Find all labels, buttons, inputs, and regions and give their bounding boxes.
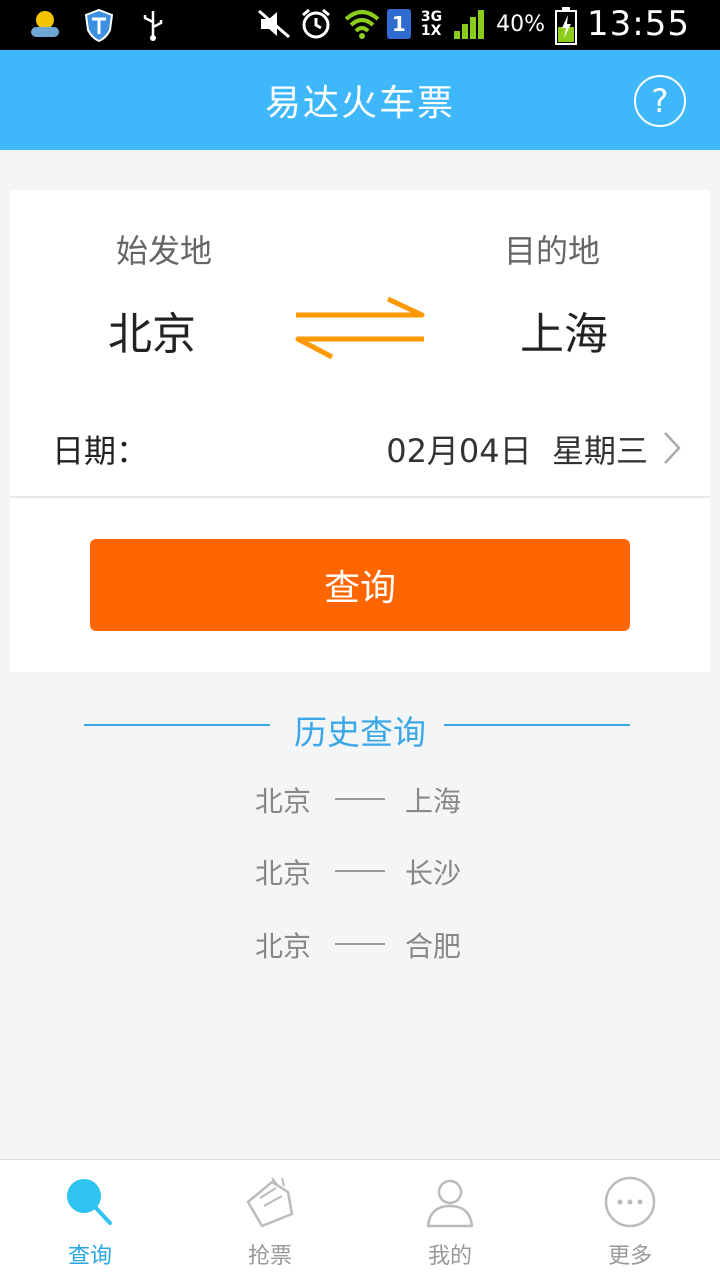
history-divider-right xyxy=(444,724,630,726)
history-title: 历史查询 xyxy=(294,713,426,752)
history-item[interactable]: 北京 合肥 xyxy=(0,925,720,965)
history-to: 上海 xyxy=(405,785,462,818)
bottom-tab-bar: 查询 抢票 我的 更多 xyxy=(0,1159,720,1281)
destination-city[interactable]: 上海 xyxy=(520,298,608,362)
status-right-icons: 1 3G 1X 40% 13:55 xyxy=(255,4,690,45)
history-dash xyxy=(335,798,385,800)
battery-icon xyxy=(555,7,578,45)
history-to: 合肥 xyxy=(405,930,462,963)
ticket-icon xyxy=(242,1174,298,1230)
tab-more[interactable]: 更多 xyxy=(540,1160,720,1281)
app-title: 易达火车票 xyxy=(264,83,455,124)
chevron-right-icon xyxy=(662,430,682,466)
search-icon xyxy=(62,1174,118,1230)
history-item[interactable]: 北京 上海 xyxy=(0,780,720,820)
clock: 13:55 xyxy=(587,4,690,44)
history-dash xyxy=(335,943,385,945)
sim-badge: 1 xyxy=(386,9,411,39)
more-icon xyxy=(602,1174,658,1230)
tab-ticket-label: 抢票 xyxy=(247,1244,292,1269)
tab-more-label: 更多 xyxy=(607,1244,652,1269)
app-header: 易达火车票 ? xyxy=(0,50,720,150)
history-item[interactable]: 北京 长沙 xyxy=(0,852,720,892)
history-to: 长沙 xyxy=(405,857,462,890)
search-card: 始发地 目的地 北京 上海 日期： 02月04日 星期三 查询 xyxy=(10,190,710,672)
date-label: 日期： xyxy=(52,432,149,470)
departure-city[interactable]: 北京 xyxy=(108,298,196,362)
alarm-icon xyxy=(299,7,333,41)
history-from: 北京 xyxy=(255,785,312,818)
tab-profile[interactable]: 我的 xyxy=(360,1160,540,1281)
date-row[interactable]: 日期： 02月04日 星期三 xyxy=(10,408,710,498)
history-dash xyxy=(335,870,385,872)
departure-label: 始发地 xyxy=(116,232,213,270)
status-left-icons xyxy=(28,8,170,43)
user-icon xyxy=(422,1174,478,1230)
network-type: 3G 1X xyxy=(420,9,443,39)
tab-ticket[interactable]: 抢票 xyxy=(180,1160,360,1281)
status-bar: 1 3G 1X 40% 13:55 xyxy=(0,0,720,50)
tab-search-label: 查询 xyxy=(67,1244,112,1269)
destination-label: 目的地 xyxy=(504,232,601,270)
help-button[interactable]: ? xyxy=(634,75,686,127)
battery-percent: 40% xyxy=(496,11,546,37)
history-from: 北京 xyxy=(255,930,312,963)
weather-icon xyxy=(28,8,62,42)
usb-icon xyxy=(136,8,170,42)
tab-profile-label: 我的 xyxy=(427,1244,472,1269)
date-value: 02月04日 星期三 xyxy=(386,432,648,470)
mute-icon xyxy=(255,7,290,41)
search-button[interactable]: 查询 xyxy=(90,539,630,631)
tab-search[interactable]: 查询 xyxy=(0,1160,180,1281)
wifi-icon xyxy=(343,7,380,41)
shield-icon xyxy=(82,8,116,43)
swap-icon[interactable] xyxy=(294,295,426,361)
history-from: 北京 xyxy=(255,857,312,890)
signal-icon xyxy=(452,7,486,41)
